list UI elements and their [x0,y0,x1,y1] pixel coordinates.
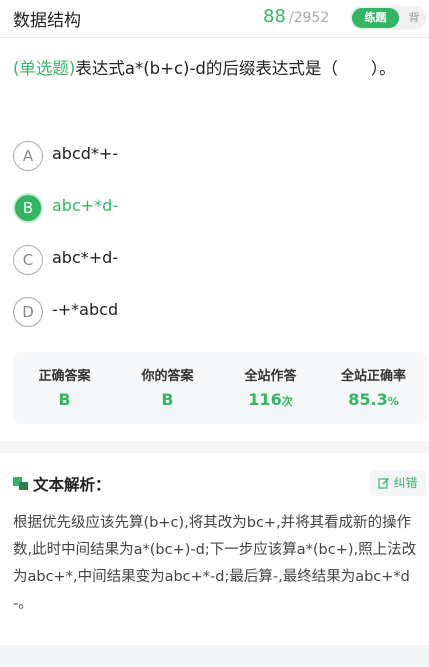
analysis-body: 根据优先级应该先算(b+c),将其改为bc+,并将其看成新的操作数,此时中间结果… [13,515,417,612]
site-accuracy-unit: % [387,395,399,408]
option-letter-a[interactable]: A [13,141,43,171]
stat-your-answer: 你的答案 B [116,352,219,424]
stat-site-attempts-label: 全站作答 [244,369,297,384]
option-text-a[interactable]: abcd*+- [52,144,118,163]
option-text-c[interactable]: abc*+d- [52,248,118,267]
option-text-d[interactable]: -+*abcd [52,300,118,319]
top-bar: 数据结构 88 / 2952 练题 背 [0,0,429,38]
analysis-icon [13,477,28,490]
stat-site-accuracy: 全站正确率 85.3% [322,352,425,424]
section-divider [0,441,429,453]
report-error-label[interactable]: 纠错 [393,476,417,490]
mode-memorize-button[interactable]: 背 [404,8,424,28]
stat-your-answer-value: B [161,390,174,409]
stat-correct-answer-label: 正确答案 [38,369,91,384]
edit-icon [378,478,390,489]
site-attempts-number: 116 [248,390,282,409]
question-progress: 88 / 2952 [263,6,329,27]
subject-title: 数据结构 [13,11,81,31]
option-d[interactable]: D -+*abcd [13,296,413,328]
stat-correct-answer-value: B [58,390,71,409]
question-text: 表达式a*(b+c)-d的后缀表达式是（ ）。 [75,59,396,78]
mode-toggle[interactable]: 练题 背 [350,6,426,30]
analysis-title: 文本解析： [33,476,111,494]
option-a[interactable]: A abcd*+- [13,140,413,172]
bottom-divider [0,645,429,667]
stat-site-attempts: 全站作答 116次 [219,352,322,424]
option-b[interactable]: B abc+*d- [13,192,413,224]
current-question-number: 88 [263,6,286,27]
stat-site-attempts-value: 116次 [219,390,322,409]
stat-site-accuracy-label: 全站正确率 [340,369,406,384]
site-attempts-unit: 次 [281,395,293,408]
mode-practice-button[interactable]: 练题 [352,8,399,28]
answer-stats-panel: 正确答案 B 你的答案 B 全站作答 116次 全站正确率 85.3% [13,352,426,424]
option-c[interactable]: C abc*+d- [13,244,413,276]
site-accuracy-number: 85.3 [348,390,388,409]
question-type-label: (单选题) [13,59,76,78]
report-error-button[interactable]: 纠错 [370,470,426,496]
stat-correct-answer: 正确答案 B [13,352,116,424]
option-letter-d[interactable]: D [13,297,43,327]
stat-your-answer-label: 你的答案 [141,369,194,384]
total-question-count: 2952 [293,10,330,26]
question-stem: (单选题)表达式a*(b+c)-d的后缀表达式是（ ）。 [13,53,418,84]
stat-site-accuracy-value: 85.3% [322,390,425,409]
option-letter-b[interactable]: B [13,193,43,223]
analysis-header: 文本解析： [13,472,426,494]
option-text-b[interactable]: abc+*d- [52,196,118,215]
option-letter-c[interactable]: C [13,245,43,275]
